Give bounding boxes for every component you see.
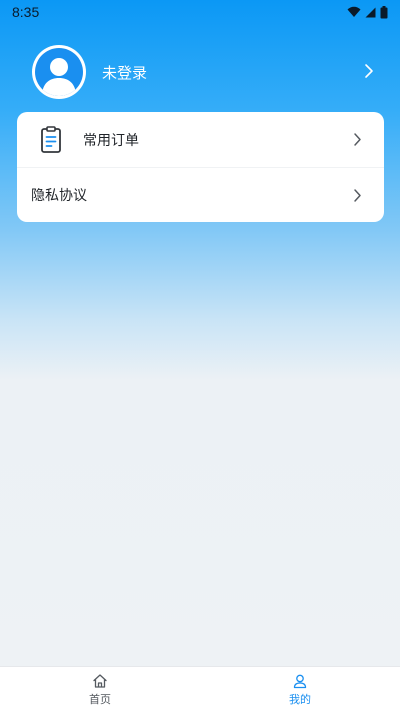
login-status-text[interactable]: 未登录: [102, 62, 382, 83]
tab-label: 首页: [89, 692, 111, 706]
avatar[interactable]: [32, 45, 86, 99]
bottom-tab-bar: 首页 我的: [0, 666, 400, 712]
menu-item-privacy-policy[interactable]: 隐私协议: [17, 167, 384, 222]
profile-header[interactable]: 未登录: [32, 45, 382, 99]
chevron-right-icon: [354, 133, 361, 146]
status-bar: 8:35: [0, 0, 400, 24]
signal-icon: [365, 7, 376, 17]
user-avatar-icon: [35, 48, 83, 96]
menu-card: 常用订单 隐私协议: [17, 112, 384, 222]
status-time: 8:35: [12, 4, 40, 20]
clipboard-icon: [41, 125, 61, 153]
menu-item-common-orders[interactable]: 常用订单: [17, 112, 384, 167]
tab-home[interactable]: 首页: [0, 667, 200, 712]
status-icons: [347, 5, 388, 19]
menu-item-label: 隐私协议: [31, 188, 87, 204]
chevron-right-icon: [354, 189, 361, 202]
home-icon: [93, 673, 107, 688]
wifi-icon: [347, 6, 361, 17]
battery-icon: [380, 5, 388, 18]
menu-item-label: 常用订单: [83, 132, 139, 149]
user-icon: [293, 674, 307, 688]
tab-label: 我的: [289, 692, 311, 706]
chevron-right-icon[interactable]: [364, 63, 374, 79]
tab-mine[interactable]: 我的: [200, 667, 400, 712]
